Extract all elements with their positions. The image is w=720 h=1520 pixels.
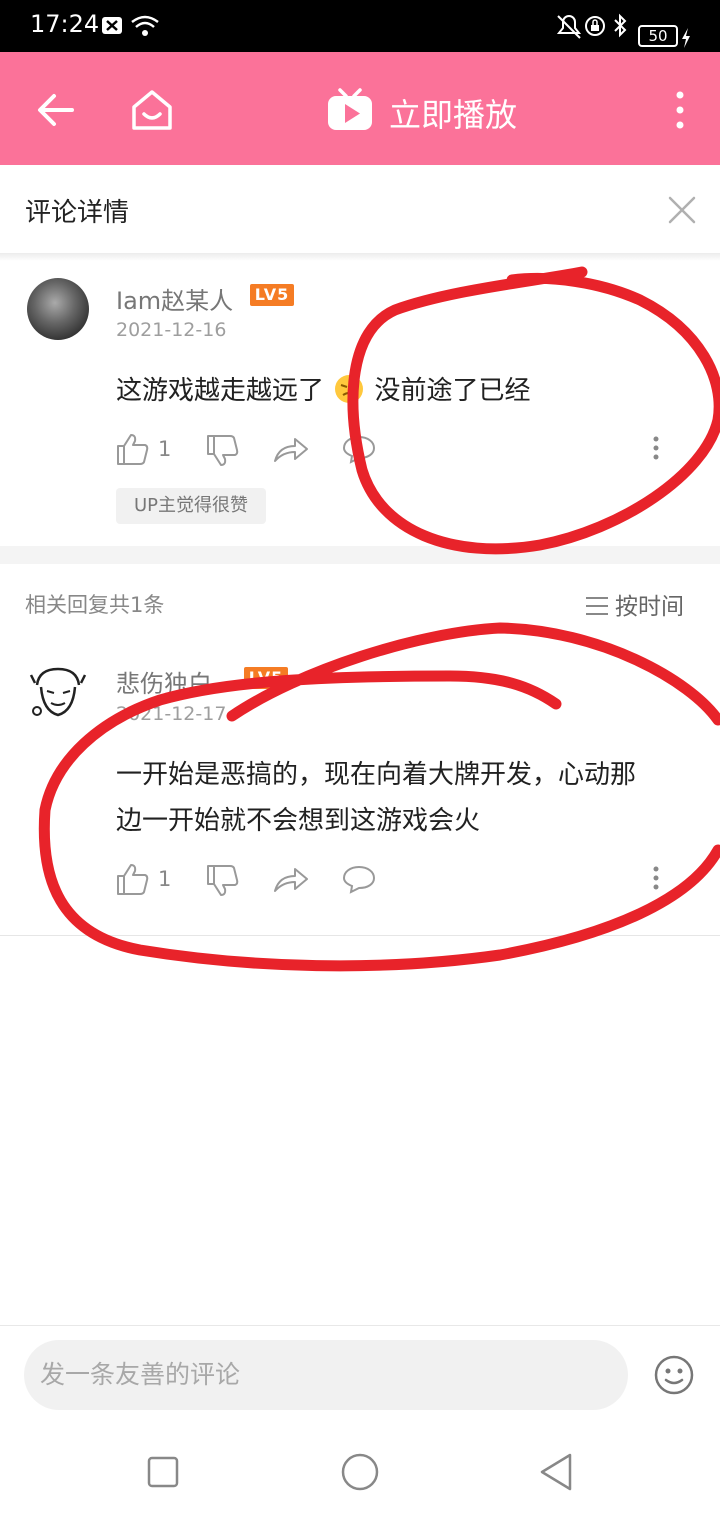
close-icon[interactable] — [667, 195, 697, 225]
reply-text-line1: 一开始是恶搞的，现在向着大牌开发，心动那 — [116, 760, 637, 790]
avatar[interactable] — [27, 663, 89, 725]
comment-date: 2021-12-16 — [116, 319, 227, 341]
charging-icon — [682, 28, 690, 48]
more-menu-icon[interactable] — [670, 90, 690, 130]
replies-count-label: 相关回复共1条 — [25, 593, 165, 617]
comment-more-icon[interactable] — [650, 436, 662, 462]
back-arrow-icon[interactable] — [36, 90, 76, 130]
thumbs-up-icon[interactable] — [116, 432, 150, 466]
system-status-icons — [556, 13, 627, 39]
emoji-icon — [335, 375, 364, 403]
tv-play-icon[interactable] — [326, 88, 374, 132]
reply-username[interactable]: 悲伤独白 — [116, 664, 212, 699]
level-badge: LV5 — [250, 284, 294, 306]
reply-date: 2021-12-17 — [116, 703, 227, 725]
comment-text-part1: 这游戏越走越远了 — [116, 376, 325, 406]
reply-more-icon[interactable] — [650, 866, 662, 892]
home-nav-icon[interactable] — [340, 1452, 380, 1492]
reply-content: 一开始是恶搞的，现在向着大牌开发，心动那 边一开始就不会想到这游戏会火 — [116, 752, 636, 844]
comment-detail-header: 评论详情 — [0, 165, 720, 253]
section-divider — [0, 546, 720, 564]
recent-apps-icon[interactable] — [147, 1456, 179, 1488]
avatar[interactable] — [27, 278, 89, 340]
thumbs-down-icon[interactable] — [206, 434, 240, 468]
comment-content: 这游戏越走越远了 没前途了已经 — [116, 368, 531, 414]
play-now-title[interactable]: 立即播放 — [389, 90, 517, 136]
up-liked-badge: UP主觉得很赞 — [116, 488, 266, 524]
header-shadow — [0, 253, 720, 261]
thumbs-up-icon[interactable] — [116, 862, 150, 896]
comment-detail-title: 评论详情 — [25, 198, 130, 228]
status-time: 17:24 — [30, 10, 100, 38]
share-icon[interactable] — [273, 864, 309, 894]
reply-text-line2: 边一开始就不会想到这游戏会火 — [116, 806, 481, 836]
comment-username[interactable]: Iam赵某人 — [116, 281, 233, 316]
app-bar: 立即播放 — [0, 52, 720, 165]
share-icon[interactable] — [273, 434, 309, 464]
reply-bubble-icon[interactable] — [342, 434, 376, 464]
comment-text-part2: 没前途了已经 — [374, 376, 531, 406]
sort-by-time-button[interactable]: 按时间 — [585, 587, 684, 621]
back-nav-icon[interactable] — [538, 1452, 574, 1492]
home-icon[interactable] — [128, 86, 176, 134]
level-badge: LV5 — [244, 667, 288, 689]
like-count: 1 — [158, 437, 172, 461]
status-bar: 17:24 50 — [0, 0, 720, 52]
emoji-picker-icon[interactable] — [653, 1354, 695, 1396]
system-nav-bar — [0, 1420, 720, 1520]
list-icon — [586, 597, 608, 615]
battery-indicator: 50 — [638, 25, 678, 47]
reply-divider — [0, 935, 720, 936]
thumbs-down-icon[interactable] — [206, 864, 240, 898]
like-count: 1 — [158, 867, 172, 891]
comment-input[interactable]: 发一条友善的评论 — [24, 1340, 628, 1410]
notification-icons — [102, 15, 159, 36]
sort-label: 按时间 — [615, 594, 684, 620]
reply-bubble-icon[interactable] — [342, 864, 376, 894]
